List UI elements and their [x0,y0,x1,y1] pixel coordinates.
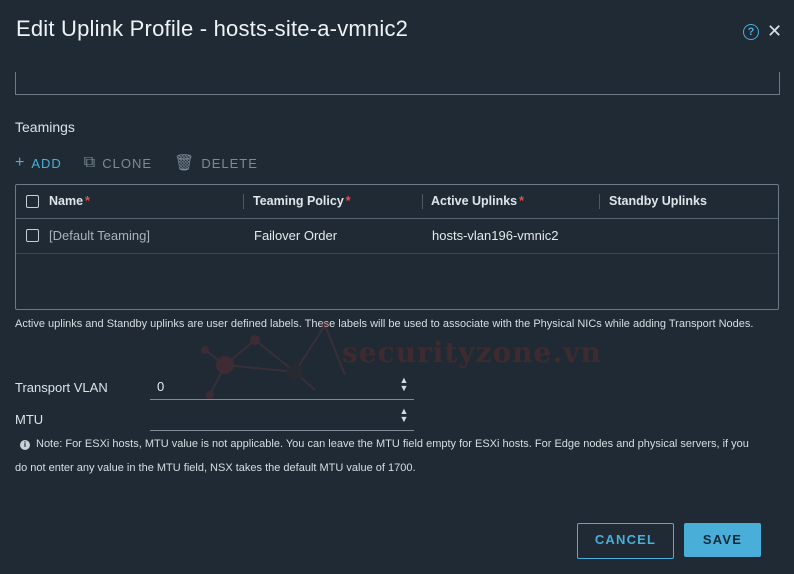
active-uplinks-cell: hosts-vlan196-vmnic2 [432,228,559,243]
column-separator[interactable] [599,194,600,209]
close-icon[interactable]: ✕ [767,21,782,41]
edit-uplink-profile-dialog: Edit Uplink Profile - hosts-site-a-vmnic… [0,0,794,574]
transport-vlan-value: 0 [157,379,165,394]
required-marker: * [345,194,351,208]
teaming-name-cell: [Default Teaming] [49,228,150,243]
clone-icon: ⧉ [83,154,97,171]
mtu-note-text: Note: For ESXi hosts, MTU value is not a… [15,438,749,474]
add-label: ADD [31,155,62,171]
column-active-label: Active Uplinks [431,194,518,208]
clone-label: CLONE [102,155,153,171]
column-separator[interactable] [422,194,423,209]
teamings-datagrid: Name * Teaming Policy * Active Uplinks * St… [15,184,779,310]
column-separator[interactable] [243,194,244,209]
add-teaming-button[interactable]: + ADD [15,154,62,172]
save-button[interactable]: SAVE [684,523,761,557]
mtu-label: MTU [15,412,44,427]
clone-teaming-button[interactable]: ⧉ CLONE [84,154,152,172]
delete-teaming-button[interactable]: 🗑 DELETE [174,153,258,173]
column-name-label: Name [49,194,84,208]
column-header-standby-uplinks[interactable]: Standby Uplinks [609,185,707,218]
select-all-checkbox[interactable] [26,195,39,208]
previous-field-bottom [15,72,780,95]
teamings-section-title: Teamings [15,119,75,135]
required-marker: * [519,194,525,208]
mtu-input[interactable]: ▲ ▼ [150,406,414,431]
teamings-toolbar: + ADD ⧉ CLONE 🗑 DELETE [15,154,280,172]
watermark-text: securityzone.vn [342,336,602,369]
cancel-button[interactable]: CANCEL [577,523,674,559]
info-icon: i [20,440,30,450]
column-policy-label: Teaming Policy [253,194,344,208]
mtu-note: i Note: For ESXi hosts, MTU value is not … [15,432,755,480]
trash-icon: 🗑 [174,155,196,172]
table-row[interactable]: [Default Teaming] Failover Order hosts-v… [16,219,778,254]
stepper-arrows-icon[interactable]: ▲ ▼ [398,376,410,396]
row-checkbox[interactable] [26,229,39,242]
column-header-active-uplinks[interactable]: Active Uplinks * [431,185,524,218]
column-standby-label: Standby Uplinks [609,194,707,208]
delete-label: DELETE [201,155,258,171]
required-marker: * [85,194,90,208]
transport-vlan-label: Transport VLAN [15,380,108,395]
datagrid-header: Name * Teaming Policy * Active Uplinks * St… [16,185,778,219]
dialog-title: Edit Uplink Profile - hosts-site-a-vmnic… [16,16,409,41]
plus-icon: + [15,154,26,171]
column-header-teaming-policy[interactable]: Teaming Policy * [253,185,351,218]
stepper-arrows-icon[interactable]: ▲ ▼ [398,407,410,427]
question-circle-icon[interactable]: ? [743,24,759,40]
teaming-policy-cell: Failover Order [254,228,338,243]
column-header-name[interactable]: Name * [49,185,90,218]
transport-vlan-input[interactable]: 0 ▲ ▼ [150,375,414,400]
